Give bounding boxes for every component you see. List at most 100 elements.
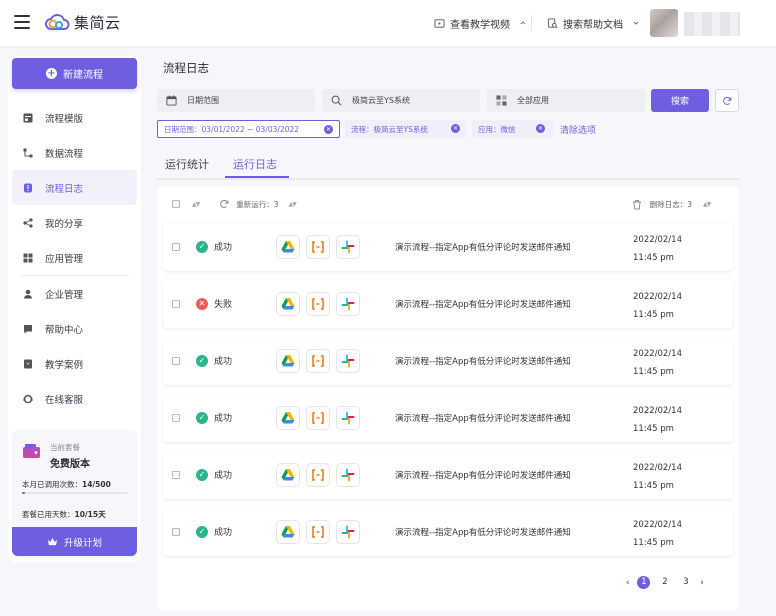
plan-card: 当前套餐 免费版本 本月已调用次数：14/500 套餐已用天数：10/15天 升… [12, 430, 137, 558]
table-row[interactable]: ✓ 成功 演示流程--指定App有低分评论时发送邮件通知 2022/02/14 11:4… [163, 223, 733, 271]
page-button[interactable]: 2 [658, 576, 671, 589]
google-drive-icon [276, 463, 300, 487]
code-bracket-icon [306, 463, 330, 487]
table-row[interactable]: ✓ 成功 演示流程--指定App有低分评论时发送邮件通知 2022/02/14 11:4… [163, 337, 733, 385]
sort-icon[interactable]: ▲▼ [192, 201, 200, 208]
chevron-up-icon [520, 21, 526, 25]
plan-name: 免费版本 [50, 459, 90, 470]
check-circle-icon: ✓ [196, 525, 208, 538]
tab-stats[interactable]: 运行统计 [165, 156, 209, 172]
plus-icon: + [46, 68, 57, 79]
rerun-label[interactable]: 重新运行：3 [236, 199, 278, 210]
user-name-blurred[interactable] [684, 12, 740, 36]
upgrade-plan-button[interactable]: 升级计划 [12, 527, 137, 556]
code-bracket-icon [306, 235, 330, 259]
template-icon [23, 113, 33, 123]
sidebar-item-data-flow[interactable]: 数据流程 [12, 135, 137, 170]
next-page-icon[interactable]: › [700, 578, 703, 588]
sidebar-item-label: 企业管理 [45, 289, 84, 301]
sidebar-item-flow-log[interactable]: 流程日志 [12, 170, 137, 205]
support-icon [23, 394, 33, 404]
case-icon [23, 359, 33, 369]
select-all-checkbox[interactable] [172, 200, 180, 208]
flow-description[interactable]: 演示流程--指定App有低分评论时发送邮件通知 [395, 412, 571, 424]
sidebar-item-help[interactable]: 帮助中心 [12, 311, 137, 346]
chip-key: 应用： [478, 124, 501, 134]
page-button[interactable]: 3 [679, 576, 692, 589]
sort-icon[interactable]: ▲▼ [703, 201, 711, 208]
tutorial-video-link[interactable]: 查看教学视频 [434, 0, 527, 46]
status-cell: ✓ 成功 [196, 525, 232, 538]
search-button[interactable]: 搜索 [651, 89, 709, 112]
row-checkbox[interactable] [172, 414, 180, 422]
row-checkbox[interactable] [172, 243, 180, 251]
app-icons [276, 406, 360, 430]
code-bracket-icon [306, 349, 330, 373]
status-cell: ✓ 成功 [196, 468, 232, 481]
calls-value: 14/500 [82, 480, 111, 489]
video-icon [434, 18, 445, 28]
status-text: 失败 [214, 300, 233, 310]
flow-filter[interactable]: 极简云至YS系统 [322, 89, 480, 112]
sidebar-item-support[interactable]: 在线客服 [12, 381, 137, 416]
trash-icon[interactable] [632, 199, 642, 210]
app-chip[interactable]: 应用： 微信 ✕ [472, 120, 553, 138]
sidebar-item-label: 在线客服 [45, 394, 84, 406]
calls-progress-fill [22, 492, 25, 494]
table-row[interactable]: ✓ 成功 演示流程--指定App有低分评论时发送邮件通知 2022/02/14 11:4… [163, 394, 733, 442]
run-date: 2022/02/14 [633, 520, 682, 530]
slack-icon [336, 463, 360, 487]
table-row[interactable]: ✕ 失败 演示流程--指定App有低分评论时发送邮件通知 2022/02/14 11:4… [163, 280, 733, 328]
sidebar-item-cases[interactable]: 教学案例 [12, 346, 137, 381]
sidebar-item-enterprise[interactable]: 企业管理 [12, 276, 137, 311]
clear-options-link[interactable]: 清除选项 [560, 123, 596, 136]
rerun-icon[interactable] [219, 199, 229, 209]
pagination: ‹ 1 2 3 › [626, 576, 704, 589]
tab-logs[interactable]: 运行日志 [233, 156, 277, 172]
row-checkbox[interactable] [172, 471, 180, 479]
check-circle-icon: ✓ [196, 240, 208, 253]
sidebar-item-templates[interactable]: 流程模版 [12, 100, 137, 135]
app-logo[interactable]: 集简云 [44, 11, 121, 33]
status-cell: ✕ 失败 [196, 297, 232, 310]
flow-description[interactable]: 演示流程--指定App有低分评论时发送邮件通知 [395, 355, 571, 367]
page-button[interactable]: 1 [637, 576, 651, 589]
flow-description[interactable]: 演示流程--指定App有低分评论时发送邮件通知 [395, 526, 571, 538]
app-filter[interactable]: 全部应用 [487, 89, 645, 112]
prev-page-icon[interactable]: ‹ [626, 578, 629, 588]
plan-days: 套餐已用天数：10/15天 [22, 509, 106, 520]
table-row[interactable]: ✓ 成功 演示流程--指定App有低分评论时发送邮件通知 2022/02/14 11:4… [163, 508, 733, 556]
close-icon[interactable]: ✕ [451, 124, 460, 133]
share-icon [23, 217, 33, 228]
sidebar-item-label: 帮助中心 [45, 324, 84, 336]
flow-description[interactable]: 演示流程--指定App有低分评论时发送邮件通知 [395, 298, 571, 310]
sidebar-item-apps[interactable]: 应用管理 [12, 240, 137, 275]
flow-chip[interactable]: 流程： 极简云至YS系统 ✕ [345, 120, 466, 138]
slack-icon [336, 235, 360, 259]
chip-key: 流程： [351, 124, 374, 134]
row-checkbox[interactable] [172, 528, 180, 536]
run-date: 2022/02/14 [633, 349, 682, 359]
row-checkbox[interactable] [172, 357, 180, 365]
date-range-placeholder: 日期范围 [187, 96, 219, 105]
close-icon[interactable]: ✕ [536, 124, 545, 133]
date-range-chip[interactable]: 日期范围： 03/01/2022 ~ 03/03/2022 ✕ [157, 120, 340, 138]
date-range-filter[interactable]: 日期范围 [157, 89, 315, 112]
close-icon[interactable]: ✕ [324, 125, 333, 134]
row-checkbox[interactable] [172, 300, 180, 308]
flow-description[interactable]: 演示流程--指定App有低分评论时发送邮件通知 [395, 469, 571, 481]
table-row[interactable]: ✓ 成功 演示流程--指定App有低分评论时发送邮件通知 2022/02/14 11:4… [163, 451, 733, 499]
plan-label: 当前套餐 [50, 443, 80, 452]
sidebar-item-label: 教学案例 [45, 359, 84, 371]
refresh-button[interactable] [715, 89, 739, 112]
wallet-icon [23, 444, 40, 458]
sidebar-item-share[interactable]: 我的分享 [12, 205, 137, 240]
delete-label[interactable]: 删除日志：3 [650, 199, 692, 210]
menu-icon[interactable] [14, 15, 30, 29]
check-circle-icon: ✓ [196, 411, 208, 424]
new-flow-button[interactable]: + 新建流程 [12, 58, 137, 89]
help-docs-link[interactable]: 搜索帮助文档 [547, 0, 640, 46]
flow-description[interactable]: 演示流程--指定App有低分评论时发送邮件通知 [395, 241, 571, 253]
sort-icon[interactable]: ▲▼ [289, 201, 297, 208]
user-avatar[interactable] [650, 9, 678, 37]
